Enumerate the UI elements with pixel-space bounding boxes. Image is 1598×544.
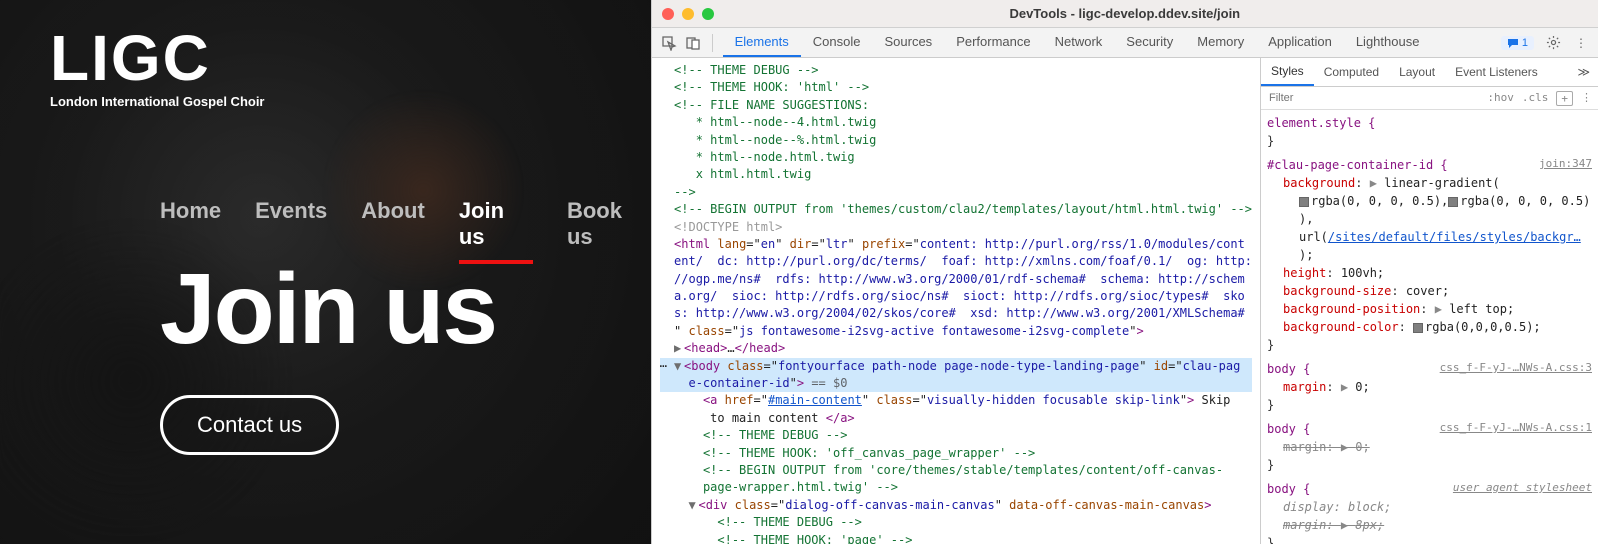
new-rule-button[interactable]: + (1556, 91, 1573, 106)
contact-us-button[interactable]: Contact us (160, 395, 339, 455)
dom-comment: <!-- THEME DEBUG --> (703, 428, 848, 442)
issues-count: 1 (1522, 37, 1528, 49)
dom-comment: --> (674, 185, 696, 199)
separator (712, 34, 713, 52)
dom-selected-element[interactable]: ⋯ ▼<body class="fontyourface path-node p… (660, 358, 1252, 375)
dom-comment: <!-- THEME HOOK: 'off_canvas_page_wrappe… (703, 446, 1035, 460)
cls-toggle[interactable]: .cls (1522, 91, 1549, 106)
css-url-link[interactable]: /sites/default/files/styles/backgr… (1328, 230, 1581, 244)
css-prop[interactable]: background-color (1283, 320, 1399, 334)
style-rule[interactable]: body {css_f-F-yJ-…NWs-A.css:3 margin: ▶ … (1267, 360, 1592, 414)
device-toggle-icon[interactable] (684, 34, 702, 52)
dom-comment: <!-- BEGIN OUTPUT from 'themes/custom/cl… (674, 202, 1252, 216)
window-title: DevTools - ligc-develop.ddev.site/join (652, 6, 1598, 21)
css-prop[interactable]: margin (1283, 440, 1326, 454)
rule-close: } (1267, 456, 1592, 474)
devtools-window: DevTools - ligc-develop.ddev.site/join E… (651, 0, 1598, 544)
dom-element[interactable]: ▶<head>…</head> (660, 340, 1252, 357)
hero-section: Join us Contact us (160, 252, 496, 455)
page-title: Join us (160, 252, 496, 367)
css-prop[interactable]: margin (1283, 380, 1326, 394)
dom-eq-zero: == $0 (804, 376, 847, 390)
dom-comment: <!-- BEGIN OUTPUT from 'core/themes/stab… (703, 463, 1223, 477)
rule-close: } (1267, 132, 1592, 150)
tab-sources[interactable]: Sources (872, 28, 944, 57)
dom-tree[interactable]: <!-- THEME DEBUG --> <!-- THEME HOOK: 'h… (652, 58, 1260, 544)
dom-element[interactable]: <a href="#main-content" class="visually-… (660, 392, 1252, 409)
tab-network[interactable]: Network (1043, 28, 1115, 57)
sidebar-tabs: Styles Computed Layout Event Listeners ≫ (1261, 58, 1598, 87)
dom-comment: <!-- THEME DEBUG --> (674, 63, 819, 77)
tab-memory[interactable]: Memory (1185, 28, 1256, 57)
tab-performance[interactable]: Performance (944, 28, 1042, 57)
dom-comment: <!-- THEME HOOK: 'page' --> (717, 533, 912, 544)
css-prop[interactable]: background-position (1283, 302, 1420, 316)
style-rule[interactable]: #clau-page-container-id { join:347 backgr… (1267, 156, 1592, 354)
dom-comment: <!-- THEME DEBUG --> (717, 515, 862, 529)
tab-elements[interactable]: Elements (723, 28, 801, 57)
dom-comment: <!-- FILE NAME SUGGESTIONS: (674, 98, 869, 112)
rule-close: } (1267, 396, 1592, 414)
css-prop[interactable]: background (1283, 176, 1355, 190)
tab-layout[interactable]: Layout (1389, 59, 1445, 85)
rule-source-link[interactable]: css_f-F-yJ-…NWs-A.css:1 (1440, 420, 1592, 438)
gear-icon[interactable] (1544, 34, 1562, 52)
rule-source-link[interactable]: css_f-F-yJ-…NWs-A.css:3 (1440, 360, 1592, 378)
tab-styles[interactable]: Styles (1261, 58, 1314, 86)
logo-text: LIGC (50, 30, 265, 88)
hov-toggle[interactable]: :hov (1487, 91, 1514, 106)
tab-console[interactable]: Console (801, 28, 873, 57)
dom-element[interactable]: ▼<div class="dialog-off-canvas-main-canv… (660, 497, 1252, 514)
website-preview: LIGC London International Gospel Choir H… (0, 0, 651, 544)
css-prop: margin (1283, 518, 1326, 532)
tab-lighthouse[interactable]: Lighthouse (1344, 28, 1432, 57)
panel-tabs: Elements Console Sources Performance Net… (723, 28, 1432, 57)
window-titlebar[interactable]: DevTools - ligc-develop.ddev.site/join (652, 0, 1598, 28)
selector: element.style { (1267, 114, 1375, 132)
style-rule[interactable]: body {user agent stylesheet display: blo… (1267, 480, 1592, 544)
dom-doctype: <!DOCTYPE html> (674, 220, 782, 234)
rule-close: } (1267, 336, 1592, 354)
kebab-icon[interactable]: ⋮ (1572, 34, 1590, 52)
selector: #clau-page-container-id { (1267, 156, 1448, 174)
site-logo[interactable]: LIGC London International Gospel Choir (50, 30, 265, 109)
dom-comment: * html--node--4.html.twig (674, 115, 876, 129)
styles-pane: Styles Computed Layout Event Listeners ≫… (1260, 58, 1598, 544)
style-rule[interactable]: body {css_f-F-yJ-…NWs-A.css:1 margin: ▶ … (1267, 420, 1592, 474)
selector: body { (1267, 420, 1310, 438)
devtools-toolbar: Elements Console Sources Performance Net… (652, 28, 1598, 58)
rule-source-ua: user agent stylesheet (1453, 480, 1592, 498)
inspect-icon[interactable] (660, 34, 678, 52)
style-rules[interactable]: element.style { } #clau-page-container-i… (1261, 110, 1598, 544)
tab-application[interactable]: Application (1256, 28, 1344, 57)
css-prop[interactable]: background-size (1283, 284, 1391, 298)
css-prop: display (1283, 500, 1334, 514)
tab-security[interactable]: Security (1114, 28, 1185, 57)
styles-filter-input[interactable] (1267, 89, 1487, 107)
style-rule[interactable]: element.style { } (1267, 114, 1592, 150)
issues-badge[interactable]: 1 (1501, 36, 1534, 50)
message-icon (1507, 37, 1519, 49)
dom-comment: <!-- THEME HOOK: 'html' --> (674, 80, 869, 94)
css-prop[interactable]: height (1283, 266, 1326, 280)
dom-element[interactable]: <html lang="en" dir="ltr" prefix="conten… (660, 236, 1252, 253)
logo-tagline: London International Gospel Choir (50, 94, 265, 109)
dom-comment: * html--node.html.twig (674, 150, 855, 164)
rule-close: } (1267, 534, 1592, 544)
tab-event-listeners[interactable]: Event Listeners (1445, 59, 1548, 85)
nav-book-us[interactable]: Book us (567, 198, 651, 264)
selector: body { (1267, 360, 1310, 378)
more-icon[interactable]: ⋮ (1581, 91, 1592, 106)
dom-comment: x html.html.twig (674, 167, 811, 181)
more-tabs-icon[interactable]: ≫ (1569, 61, 1598, 83)
tab-computed[interactable]: Computed (1314, 59, 1389, 85)
styles-filter-row: :hov .cls + ⋮ (1261, 87, 1598, 110)
selector: body { (1267, 480, 1310, 498)
rule-source-link[interactable]: join:347 (1539, 156, 1592, 174)
dom-comment: page-wrapper.html.twig' --> (703, 480, 898, 494)
dom-comment: * html--node--%.html.twig (674, 133, 876, 147)
